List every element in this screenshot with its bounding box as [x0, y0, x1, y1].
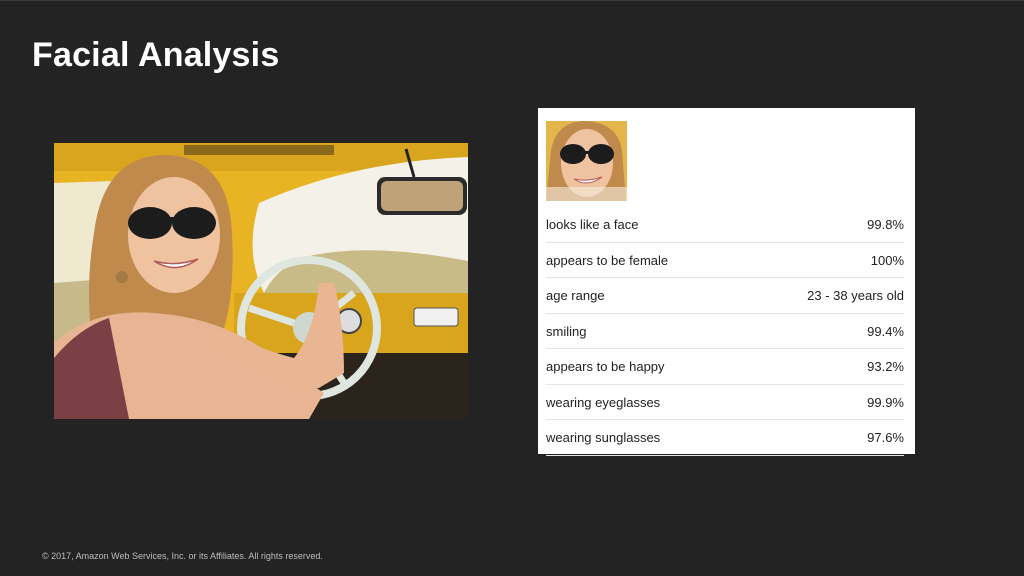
result-row-face: looks like a face 99.8% [546, 207, 904, 243]
result-row-gender: appears to be female 100% [546, 243, 904, 278]
result-value: 100% [870, 252, 904, 268]
result-label: appears to be happy [546, 359, 665, 375]
copyright-footer: © 2017, Amazon Web Services, Inc. or its… [42, 551, 323, 561]
result-row-happy: appears to be happy 93.2% [546, 349, 904, 385]
result-row-sunglasses: wearing sunglasses 97.6% [546, 420, 904, 456]
result-label: wearing sunglasses [546, 430, 661, 446]
result-value: 99.8% [867, 217, 904, 233]
analysis-results-panel: looks like a face 99.8% appears to be fe… [538, 108, 915, 456]
result-row-age-range: age range 23 - 38 years old [546, 278, 904, 314]
result-value: 99.9% [867, 394, 904, 410]
result-row-smiling: smiling 99.4% [546, 314, 904, 349]
result-label: looks like a face [546, 217, 639, 233]
slide-title: Facial Analysis [32, 36, 280, 74]
driver-photo [54, 143, 468, 419]
results-list: looks like a face 99.8% appears to be fe… [546, 207, 904, 456]
result-value: 23 - 38 years old [807, 288, 904, 304]
result-label: smiling [546, 323, 587, 339]
result-row-eyeglasses: wearing eyeglasses 99.9% [546, 385, 904, 420]
result-value: 93.2% [867, 359, 904, 375]
top-divider [0, 0, 1024, 1]
result-label: wearing eyeglasses [546, 394, 661, 410]
result-value: 99.4% [867, 323, 904, 339]
result-value: 97.6% [867, 430, 904, 446]
face-thumbnail [546, 121, 627, 201]
result-label: appears to be female [546, 252, 669, 268]
result-label: age range [546, 288, 605, 304]
